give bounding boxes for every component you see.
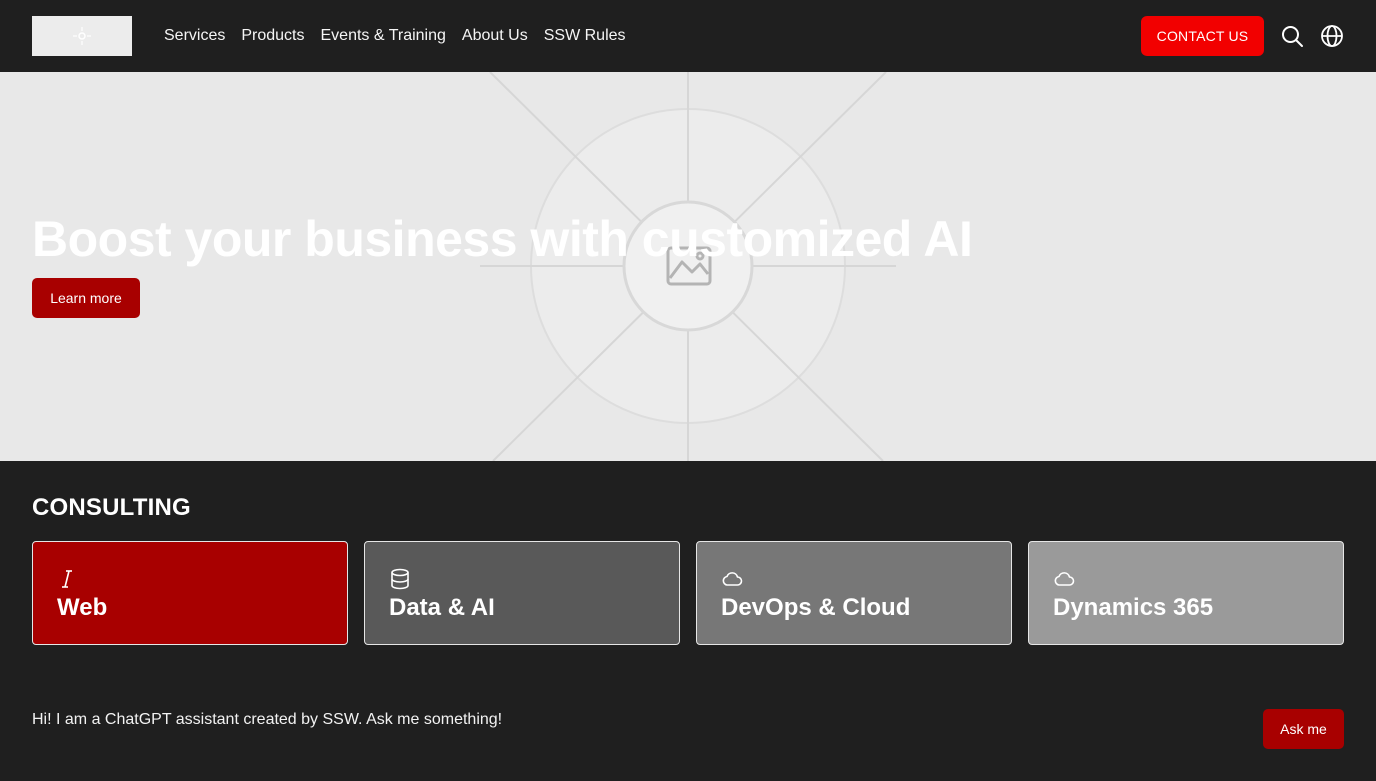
nav-about-us[interactable]: About Us (462, 27, 528, 45)
consulting-heading: CONSULTING (32, 494, 191, 521)
main-nav: Services Products Events & Training Abou… (164, 24, 626, 48)
card-label: Web (57, 594, 108, 621)
cloud-icon (1054, 572, 1075, 586)
cloud-icon (722, 572, 743, 586)
contact-us-button[interactable]: CONTACT US (1141, 16, 1264, 56)
nav-products[interactable]: Products (241, 27, 304, 45)
hero-banner: Boost your business with customized AI L… (0, 72, 1376, 461)
card-dynamics-365[interactable]: Dynamics 365 (1028, 541, 1344, 645)
card-label: Dynamics 365 (1053, 594, 1214, 621)
search-icon[interactable] (1280, 24, 1304, 48)
ask-me-button[interactable]: Ask me (1263, 709, 1344, 749)
nav-ssw-rules[interactable]: SSW Rules (544, 27, 626, 45)
card-label: DevOps & Cloud (721, 594, 911, 621)
nav-events-training[interactable]: Events & Training (321, 27, 446, 45)
card-web[interactable]: Web (32, 541, 348, 645)
card-label: Data & AI (389, 594, 495, 621)
database-icon (391, 568, 409, 590)
logo-placeholder-icon (73, 27, 91, 45)
site-header: Services Products Events & Training Abou… (0, 0, 1376, 72)
nav-services[interactable]: Services (164, 27, 225, 45)
hero-title: Boost your business with customized AI (32, 211, 973, 267)
learn-more-button[interactable]: Learn more (32, 278, 140, 318)
globe-icon[interactable] (1320, 24, 1344, 48)
card-devops-cloud[interactable]: DevOps & Cloud (696, 541, 1012, 645)
chat-assistant-intro: Hi! I am a ChatGPT assistant created by … (32, 711, 503, 728)
cursor-icon (62, 570, 72, 588)
card-data-ai[interactable]: Data & AI (364, 541, 680, 645)
logo[interactable] (32, 16, 132, 56)
